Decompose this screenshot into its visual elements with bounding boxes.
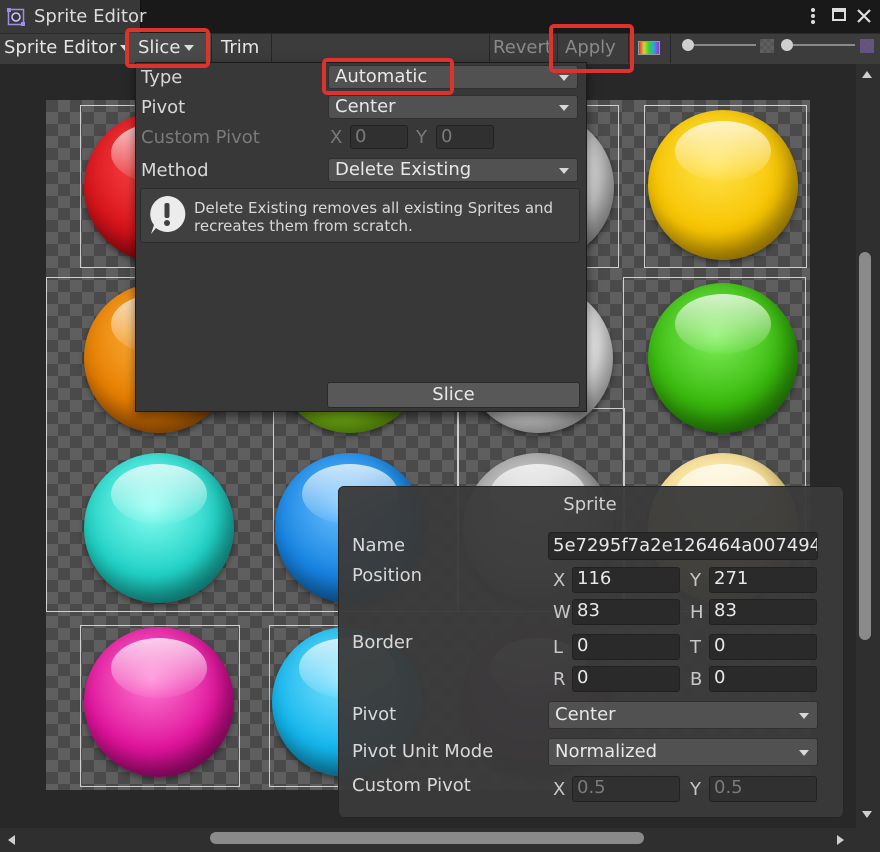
help-text-line-2: recreates them from scratch. xyxy=(194,217,413,235)
help-text-line-1: Delete Existing removes all existing Spr… xyxy=(194,199,554,217)
chevron-down-icon xyxy=(799,713,809,719)
color-channel-icon[interactable] xyxy=(638,41,660,55)
method-label: Method xyxy=(141,160,209,181)
type-highlight-box xyxy=(322,58,454,95)
pivot-dropdown[interactable]: Center xyxy=(328,95,578,119)
custom-pivot-label: Custom Pivot xyxy=(141,127,260,148)
custom-pivot-y-field: 0.5 xyxy=(709,776,817,802)
position-label: Position xyxy=(352,565,423,586)
mip-high-icon xyxy=(860,39,874,53)
type-label: Type xyxy=(141,67,183,88)
size-h-label: H xyxy=(690,602,704,623)
zoom-slider-track[interactable] xyxy=(694,44,756,46)
custom-pivot-x-label: X xyxy=(553,779,566,800)
position-x-field[interactable]: 116 xyxy=(572,567,680,593)
border-l-field[interactable]: 0 xyxy=(572,634,680,660)
border-l-label: L xyxy=(553,637,564,658)
pivot-label: Pivot xyxy=(141,97,186,118)
border-t-field[interactable]: 0 xyxy=(709,634,817,660)
chevron-down-icon xyxy=(559,105,569,111)
slice-button[interactable]: Slice xyxy=(327,382,580,408)
custom-pivot-y-field: 0 xyxy=(436,125,494,149)
scroll-left-icon[interactable] xyxy=(6,834,16,846)
custom-pivot-x-field: 0.5 xyxy=(572,776,680,802)
border-r-label: R xyxy=(553,669,566,690)
mip-low-icon xyxy=(760,39,774,53)
pivot-dropdown[interactable]: Center xyxy=(548,701,818,729)
size-w-field[interactable]: 83 xyxy=(572,599,680,625)
position-x-label: X xyxy=(553,570,566,591)
sprite-editor-mode-dropdown[interactable]: Sprite Editor xyxy=(4,37,131,58)
more-options-icon[interactable] xyxy=(806,6,820,26)
border-r-field[interactable]: 0 xyxy=(572,666,680,692)
custom-pivot-x-label: X xyxy=(330,127,343,148)
yellow-ball-sprite xyxy=(648,110,798,260)
size-w-label: W xyxy=(553,602,571,623)
horizontal-scroll-thumb[interactable] xyxy=(210,832,644,844)
pivot-label: Pivot xyxy=(352,704,397,725)
custom-pivot-x-field: 0 xyxy=(350,125,408,149)
chevron-down-icon xyxy=(799,750,809,756)
close-icon[interactable] xyxy=(856,8,872,24)
cyan-ball-sprite xyxy=(84,453,234,603)
scroll-down-icon[interactable] xyxy=(861,810,873,820)
position-y-field[interactable]: 271 xyxy=(709,567,817,593)
magenta-ball-sprite xyxy=(84,627,234,777)
sprite-editor-icon xyxy=(7,8,25,26)
maximize-icon[interactable] xyxy=(832,8,846,21)
info-icon xyxy=(150,195,186,234)
revert-button[interactable]: Revert xyxy=(493,37,552,58)
custom-pivot-y-label: Y xyxy=(416,127,427,148)
method-dropdown[interactable]: Delete Existing xyxy=(328,158,578,182)
position-y-label: Y xyxy=(690,570,701,591)
vertical-scroll-thumb[interactable] xyxy=(859,252,871,640)
green-ball-sprite xyxy=(648,283,798,433)
name-field[interactable]: 5e7295f7a2e126464a007494f xyxy=(548,532,818,560)
apply-highlight-box xyxy=(549,24,634,73)
border-t-label: T xyxy=(690,637,701,658)
chevron-down-icon xyxy=(559,168,569,174)
pivot-unit-mode-label: Pivot Unit Mode xyxy=(352,741,494,762)
window-title: Sprite Editor xyxy=(34,6,147,27)
custom-pivot-label: Custom Pivot xyxy=(352,775,471,796)
trim-button[interactable]: Trim xyxy=(221,37,259,58)
slice-highlight-box xyxy=(125,28,210,68)
mip-slider-track[interactable] xyxy=(793,44,855,46)
border-b-field[interactable]: 0 xyxy=(709,666,817,692)
scroll-right-icon[interactable] xyxy=(836,834,846,846)
custom-pivot-y-label: Y xyxy=(690,779,701,800)
sprite-panel-title: Sprite xyxy=(563,494,617,515)
zoom-slider-handle[interactable] xyxy=(682,39,694,51)
border-b-label: B xyxy=(690,669,703,690)
scroll-up-icon[interactable] xyxy=(861,69,873,79)
pivot-unit-mode-dropdown[interactable]: Normalized xyxy=(548,738,818,766)
size-h-field[interactable]: 83 xyxy=(709,599,817,625)
chevron-down-icon xyxy=(559,75,569,81)
name-label: Name xyxy=(352,535,406,556)
mip-slider-handle[interactable] xyxy=(781,39,793,51)
border-label: Border xyxy=(352,632,413,653)
